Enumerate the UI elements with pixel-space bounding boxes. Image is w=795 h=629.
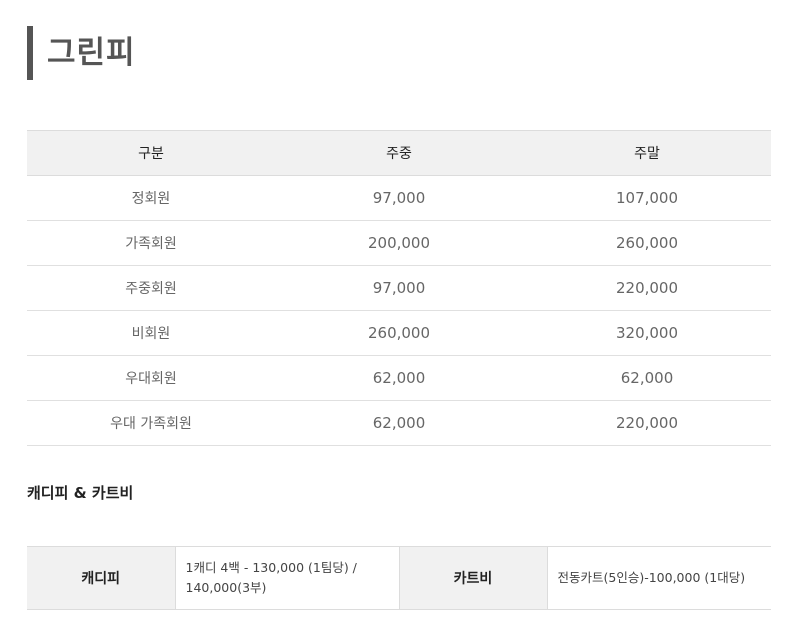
page-title-block: 그린피 bbox=[27, 26, 136, 80]
header-weekend: 주말 bbox=[523, 130, 771, 176]
table-row: 가족회원 200,000 260,000 bbox=[27, 220, 771, 266]
caddie-fee-label: 캐디피 bbox=[27, 546, 175, 610]
weekend-fee: 220,000 bbox=[523, 265, 771, 311]
cart-fee-label: 카트비 bbox=[399, 546, 547, 610]
caddie-cart-table: 캐디피 1캐디 4백 - 130,000 (1팀당) / 140,000(3부)… bbox=[27, 546, 771, 610]
weekend-fee: 260,000 bbox=[523, 220, 771, 266]
weekday-fee: 62,000 bbox=[275, 355, 523, 401]
cart-fee-value: 전동카트(5인승)-100,000 (1대당) bbox=[546, 546, 771, 610]
table-row: 우대 가족회원 62,000 220,000 bbox=[27, 400, 771, 446]
table-row: 캐디피 1캐디 4백 - 130,000 (1팀당) / 140,000(3부)… bbox=[27, 546, 771, 610]
weekday-fee: 260,000 bbox=[275, 310, 523, 356]
weekend-fee: 107,000 bbox=[523, 175, 771, 221]
table-row: 정회원 97,000 107,000 bbox=[27, 175, 771, 221]
member-type: 비회원 bbox=[27, 310, 275, 356]
member-type: 우대 가족회원 bbox=[27, 400, 275, 446]
weekday-fee: 97,000 bbox=[275, 175, 523, 221]
weekday-fee: 200,000 bbox=[275, 220, 523, 266]
caddie-fee-value: 1캐디 4백 - 130,000 (1팀당) / 140,000(3부) bbox=[174, 546, 400, 610]
green-fee-table: 구분 주중 주말 정회원 97,000 107,000 가족회원 200,000… bbox=[27, 130, 771, 446]
header-type: 구분 bbox=[27, 130, 275, 176]
member-type: 정회원 bbox=[27, 175, 275, 221]
caddie-fee-line1: 1캐디 4백 - 130,000 (1팀당) / bbox=[185, 560, 357, 575]
table-row: 우대회원 62,000 62,000 bbox=[27, 355, 771, 401]
member-type: 우대회원 bbox=[27, 355, 275, 401]
table-row: 비회원 260,000 320,000 bbox=[27, 310, 771, 356]
caddie-fee-line2: 140,000(3부) bbox=[185, 580, 267, 595]
weekend-fee: 62,000 bbox=[523, 355, 771, 401]
weekend-fee: 220,000 bbox=[523, 400, 771, 446]
title-accent-bar bbox=[27, 26, 33, 80]
caddie-cart-section-title: 캐디피 & 카트비 bbox=[27, 484, 134, 502]
weekday-fee: 62,000 bbox=[275, 400, 523, 446]
member-type: 가족회원 bbox=[27, 220, 275, 266]
weekday-fee: 97,000 bbox=[275, 265, 523, 311]
header-weekday: 주중 bbox=[275, 130, 523, 176]
weekend-fee: 320,000 bbox=[523, 310, 771, 356]
table-header-row: 구분 주중 주말 bbox=[27, 130, 771, 176]
member-type: 주중회원 bbox=[27, 265, 275, 311]
page: 그린피 구분 주중 주말 정회원 97,000 107,000 가족회원 200… bbox=[0, 0, 795, 629]
table-row: 주중회원 97,000 220,000 bbox=[27, 265, 771, 311]
page-title: 그린피 bbox=[47, 35, 136, 71]
